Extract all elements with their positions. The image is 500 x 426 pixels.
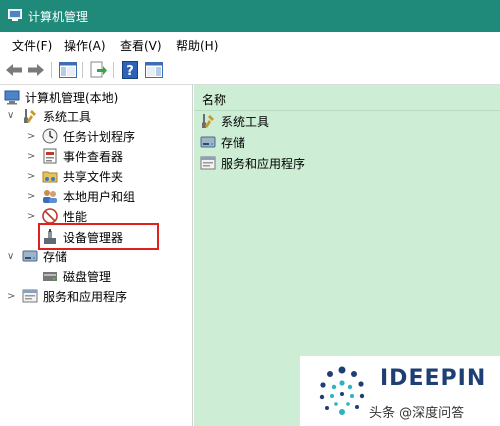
expand-chevron-right-icon[interactable]: > bbox=[27, 171, 35, 182]
tree-label: 存储 bbox=[43, 249, 68, 264]
back-arrow-icon bbox=[6, 64, 22, 76]
users-icon bbox=[43, 190, 57, 203]
tree-node-local-users-groups[interactable]: 本地用户和组 bbox=[42, 186, 135, 206]
tree-label: 共享文件夹 bbox=[63, 169, 124, 184]
column-header-divider bbox=[194, 110, 500, 111]
tree-label: 计算机管理(本地) bbox=[25, 90, 119, 105]
expand-chevron-right-icon[interactable]: > bbox=[27, 211, 35, 222]
performance-icon bbox=[42, 208, 58, 224]
toolbar-separator bbox=[51, 62, 52, 78]
show-action-pane-button[interactable] bbox=[144, 60, 164, 80]
menu-help[interactable]: 帮助(H) bbox=[176, 37, 218, 54]
storage-icon bbox=[200, 136, 216, 148]
back-button[interactable] bbox=[4, 60, 24, 80]
clock-icon bbox=[42, 128, 58, 144]
computer-management-icon bbox=[4, 90, 20, 105]
action-pane-icon bbox=[145, 62, 163, 78]
tree-label: 服务和应用程序 bbox=[43, 289, 128, 304]
tree-label: 磁盘管理 bbox=[63, 269, 112, 284]
shared-folder-icon bbox=[42, 171, 58, 183]
storage-icon bbox=[22, 250, 38, 262]
tree-node-task-scheduler[interactable]: 任务计划程序 bbox=[42, 126, 135, 146]
toolbar-separator bbox=[113, 62, 114, 78]
expand-chevron-down-icon[interactable]: ∨ bbox=[7, 110, 14, 121]
watermark-source: 头条 @深度问答 bbox=[369, 406, 465, 421]
list-item-services-applications[interactable]: 服务和应用程序 bbox=[200, 154, 305, 172]
list-item-system-tools[interactable]: 系统工具 bbox=[200, 112, 269, 130]
column-header-name[interactable]: 名称 bbox=[202, 91, 226, 108]
tree-label: 任务计划程序 bbox=[63, 129, 136, 144]
tree-node-event-viewer[interactable]: 事件查看器 bbox=[42, 146, 123, 166]
menu-bar: 文件(F) 操作(A) 查看(V) 帮助(H) bbox=[0, 32, 500, 56]
expand-chevron-down-icon[interactable]: ∨ bbox=[7, 251, 14, 262]
tree-label: 事件查看器 bbox=[63, 149, 124, 164]
ideepin-logo-icon bbox=[319, 366, 365, 415]
title-bar: 计算机管理 bbox=[0, 0, 500, 32]
list-item-label: 存储 bbox=[221, 135, 246, 150]
export-icon bbox=[90, 61, 107, 78]
toolbar-separator bbox=[82, 62, 83, 78]
services-icon bbox=[200, 156, 216, 170]
expand-chevron-right-icon[interactable]: > bbox=[27, 191, 35, 202]
tree-node-computer-management[interactable]: 计算机管理(本地) bbox=[4, 87, 118, 107]
tree-label: 系统工具 bbox=[43, 109, 92, 124]
device-manager-highlight-box bbox=[38, 223, 159, 250]
menu-file[interactable]: 文件(F) bbox=[12, 37, 52, 54]
menu-view[interactable]: 查看(V) bbox=[120, 37, 162, 54]
tree-node-system-tools[interactable]: 系统工具 bbox=[22, 106, 91, 126]
watermark-brand: IDEEPIN bbox=[380, 366, 487, 391]
help-icon: ? bbox=[122, 61, 138, 79]
list-item-label: 服务和应用程序 bbox=[221, 156, 306, 171]
tree-label: 性能 bbox=[63, 209, 88, 224]
tools-icon bbox=[202, 114, 214, 128]
list-item-storage[interactable]: 存储 bbox=[200, 133, 245, 151]
list-item-label: 系统工具 bbox=[221, 114, 270, 129]
help-button[interactable]: ? bbox=[120, 60, 140, 80]
disk-icon bbox=[43, 272, 57, 281]
event-viewer-icon bbox=[43, 148, 57, 164]
window-title: 计算机管理 bbox=[28, 10, 89, 24]
svg-text:?: ? bbox=[126, 64, 134, 79]
console-tree-icon bbox=[59, 62, 77, 78]
tree-node-disk-management[interactable]: 磁盘管理 bbox=[42, 266, 111, 286]
show-hide-tree-button[interactable] bbox=[58, 60, 78, 80]
computer-management-icon bbox=[8, 9, 22, 21]
menu-action[interactable]: 操作(A) bbox=[64, 37, 106, 54]
console-tree: 计算机管理(本地) ∨ 系统工具 > 任务计划程序 > 事件查看器 > 共享文件… bbox=[0, 85, 193, 426]
forward-button[interactable] bbox=[26, 60, 46, 80]
expand-chevron-right-icon[interactable]: > bbox=[7, 291, 15, 302]
expand-chevron-right-icon[interactable]: > bbox=[27, 151, 35, 162]
toolbar: ? bbox=[0, 56, 500, 85]
tools-icon bbox=[24, 109, 36, 123]
forward-arrow-icon bbox=[28, 64, 44, 76]
tree-node-services-applications[interactable]: 服务和应用程序 bbox=[22, 286, 127, 306]
services-icon bbox=[22, 289, 38, 303]
export-list-button[interactable] bbox=[89, 60, 109, 80]
watermark: IDEEPIN 头条 @深度问答 bbox=[300, 356, 500, 426]
tree-label: 本地用户和组 bbox=[63, 189, 136, 204]
tree-node-shared-folders[interactable]: 共享文件夹 bbox=[42, 166, 123, 186]
expand-chevron-right-icon[interactable]: > bbox=[27, 131, 35, 142]
